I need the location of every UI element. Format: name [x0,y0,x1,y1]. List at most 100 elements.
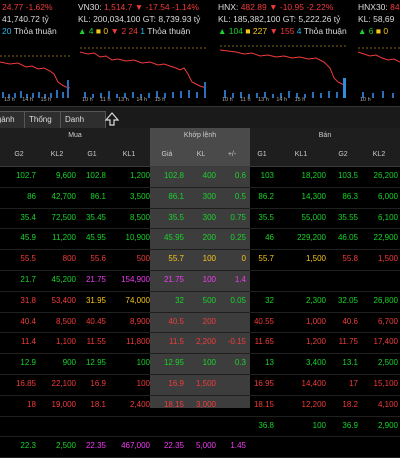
table-cell: 100 [202,254,216,264]
table-cell [218,416,246,436]
vnindex-panel[interactable]: 24.77 -1.62% 41,740.72 tỷ 20 Thỏa thuận … [0,0,72,106]
price-line [220,49,347,87]
table-cell: 40.6 [342,316,358,326]
table-cell: 100 [136,358,150,368]
table-cell: 26,200 [373,171,398,180]
table-cell [250,270,274,290]
tick: 13 h [258,97,269,103]
volume-bars [224,78,346,98]
table-row[interactable]: 21.7 45,200 21.75 154,900 21.75 100 1.4 [0,270,400,292]
count-down: 155 [280,26,295,36]
table-row[interactable]: 12.9 900 12.95 100 12.95 100 0.3 13 3,400 13.1 2,5… [0,353,400,375]
table-cell: 10,900 [125,233,150,243]
table-row[interactable]: 16.85 22,100 16.9 100 16.9 1,500 16.95 14,400 17… [0,374,400,396]
tick: 14 h [136,97,148,103]
table-cell: 3,000 [195,399,216,409]
tab-statistics[interactable]: Thống kê [24,111,64,140]
table-cell: 42,700 [51,191,76,201]
table-row[interactable]: 45.9 11,200 45.95 10,900 45.95 200 0.25 46 229,2… [0,228,400,251]
column-header[interactable]: G2 [2,144,36,166]
table-cell: 1,000 [305,316,326,326]
up-arrow-icon: ▲ [78,26,87,36]
table-cell: 0.6 [234,171,246,180]
table-cell: 2,300 [305,295,326,305]
table-cell [218,312,246,332]
table-row[interactable]: 40.4 8,500 40.45 8,900 40.5 200 40.55 1,000 40.6… [0,312,400,334]
table-row[interactable]: 22.3 2,500 22.35 467,000 22.35 5,000 1.45 [0,436,400,458]
down-arrow-icon: ▼ [269,2,278,12]
table-cell: 1.45 [230,441,246,451]
cursor-pointer-icon[interactable] [104,111,120,127]
column-header[interactable]: KL1 [276,144,326,166]
table-cell [38,416,76,436]
tab-portfolio[interactable]: Danh mục [60,111,106,140]
table-cell: 36.9 [342,420,358,430]
hnx30-ticks: 10 h [360,97,377,103]
table-cell: 86.2 [258,191,274,201]
table-cell: 100 [136,379,150,388]
table-row[interactable]: 35.4 72,500 35.45 8,500 35.5 300 0.75 35.5 55,00… [0,208,400,230]
tick: 15 h [154,97,166,103]
column-header[interactable]: +/- [218,144,246,166]
hnx30-value: 84 [390,2,400,12]
table-cell: 100 [202,358,216,368]
table-row[interactable]: 36.8 100 36.9 2,900 [0,416,400,438]
column-header[interactable]: KL1 [108,144,150,166]
table-cell: 35.55 [337,212,358,222]
table-row[interactable]: 102.7 9,600 102.8 1,200 102.8 400 0.6 103 18,200… [0,166,400,188]
price-line [358,51,400,63]
vn30-head: VN30: 1,514.7 ▼ -17.54 -1.14% [78,2,199,12]
tick: 15 h [40,97,52,103]
table-cell: 86.1 [90,191,106,201]
vn30-panel[interactable]: VN30: 1,514.7 ▼ -17.54 -1.14% KL: 200,03… [76,0,212,106]
tick: 14 h [22,97,33,103]
table-cell: 35.5 [258,212,274,222]
table-cell: 45.95 [163,233,184,243]
vnindex-volume: 41,740.72 tỷ [2,14,49,24]
vn30-name: VN30: [78,2,102,12]
column-header[interactable]: KL2 [38,144,76,166]
table-cell: 40.5 [168,316,184,326]
down-arrow-icon: ▼ [110,26,119,36]
hnx30-mini-chart [358,47,400,98]
table-cell [250,436,274,456]
table-cell: 102.7 [15,171,36,180]
tab-sectors[interactable]: Ngành [0,111,26,129]
hnx-change: -10.95 -2.22% [279,2,334,12]
table-cell: 100 [202,275,216,284]
vn30-volume: KL: 200,034,100 GT: 8,739.93 tỷ [78,14,201,24]
column-header[interactable]: Giá [150,144,184,166]
column-header[interactable]: KL2 [360,144,398,166]
column-header[interactable]: KL [186,144,216,166]
hnx-panel[interactable]: HNX: 482.89 ▼ -10.95 -2.22% KL: 185,382,… [216,0,352,106]
table-cell: 45,200 [51,275,76,284]
table-row[interactable]: 11.4 1,100 11.55 11,800 11.5 2,200 -0.15 11.65 1… [0,332,400,355]
table-cell: 1,500 [305,254,326,264]
column-header[interactable]: G1 [250,144,274,166]
hnx-head: HNX: 482.89 ▼ -10.95 -2.22% [218,2,333,12]
table-cell: 5,000 [195,441,216,451]
table-cell: 6,000 [377,191,398,201]
hnx30-panel[interactable]: HNX30: 84 KL: 58,69 ▲ 6 ■ 0 10 h [356,0,400,106]
table-cell: 40.55 [253,316,274,326]
column-header[interactable]: G1 [78,144,106,166]
table-cell: 6,700 [377,316,398,326]
count-ceiling: 1 [140,26,146,36]
table-cell: 26,800 [373,295,398,305]
table-cell: 46 [265,233,274,243]
table-cell: 55,000 [301,212,326,222]
table-row[interactable]: 31.8 53,400 31.95 74,000 32 500 0.05 32 2,300 32.… [0,291,400,313]
table-row[interactable]: 55.5 800 55.6 500 55.7 100 0 55.7 1,500 55.8 1,500 [0,249,400,271]
table-cell: 11.4 [21,337,36,347]
count-ceiling: 4 [296,26,302,36]
table-cell: 11.65 [254,337,274,347]
table-cell: 300 [202,212,216,222]
price-line [80,51,207,89]
table-row[interactable]: 86 42,700 86.1 3,500 86.1 300 0.5 86.2 14,300 86.… [0,187,400,209]
count-up: 6 [368,26,374,36]
table-row[interactable]: 18 19,000 18.1 2,400 18.15 3,000 18.15 12,200 18… [0,395,400,417]
column-header[interactable]: G2 [328,144,358,166]
table-cell [276,436,326,456]
count-unchanged: 0 [383,26,389,36]
tick: 13 h [118,97,129,103]
